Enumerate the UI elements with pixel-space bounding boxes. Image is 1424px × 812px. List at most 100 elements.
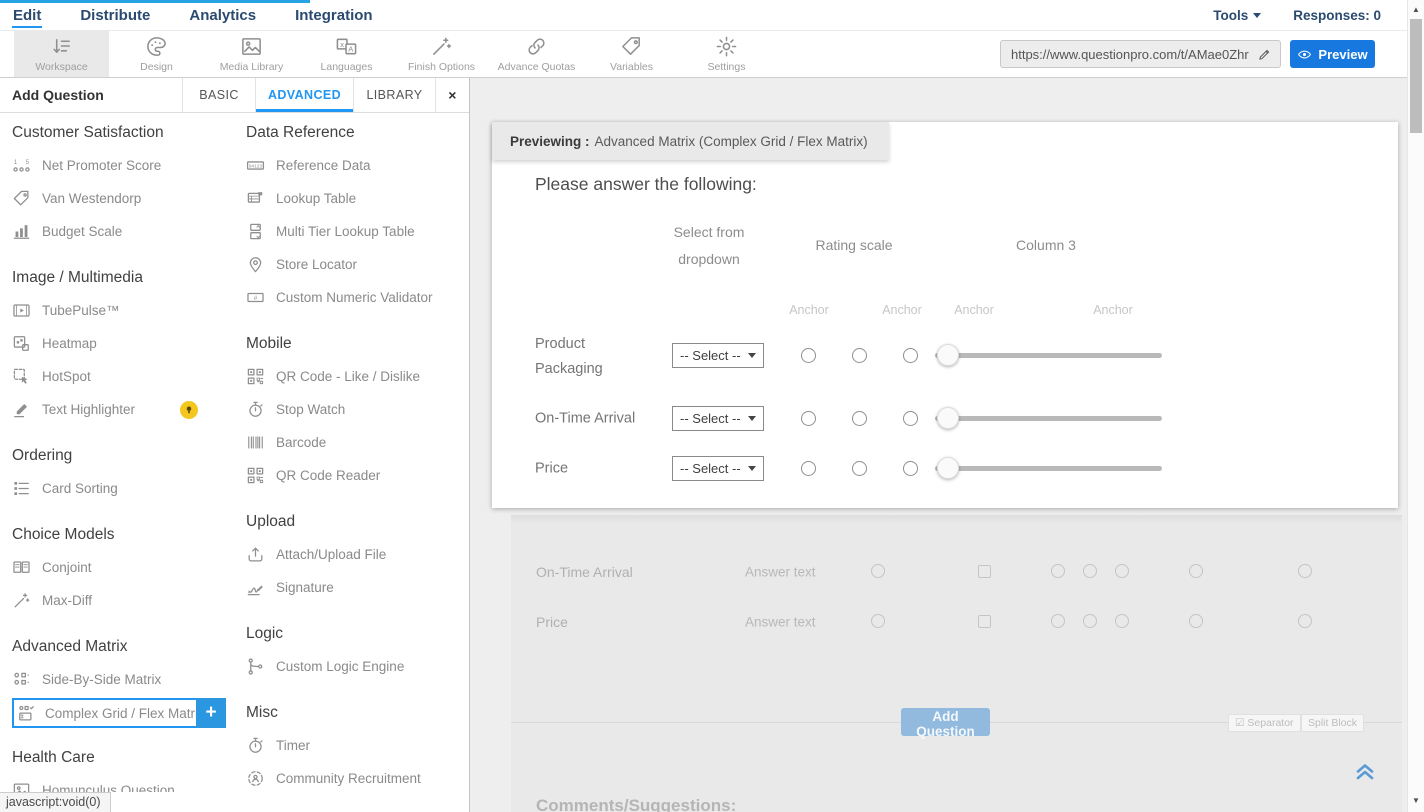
- panel-item-timer[interactable]: Timer: [246, 729, 469, 762]
- panel-item-qr-code-like-dislike[interactable]: QR Code - Like / Dislike: [246, 360, 469, 393]
- media-library-button[interactable]: Media Library: [204, 31, 299, 77]
- panel-item-lookup-table[interactable]: Lookup Table: [246, 182, 469, 215]
- panel-item-multi-tier-lookup-table[interactable]: Multi Tier Lookup Table: [246, 215, 469, 248]
- panel-item-tubepulse[interactable]: TubePulse™: [12, 294, 237, 327]
- panel-item-community-recruitment[interactable]: Community Recruitment: [246, 762, 469, 792]
- radio-button[interactable]: [801, 348, 816, 363]
- nav-item-edit[interactable]: Edit: [12, 3, 42, 28]
- panel-item-barcode[interactable]: Barcode: [246, 426, 469, 459]
- settings-button[interactable]: Settings: [679, 31, 774, 77]
- slider-handle[interactable]: [937, 457, 959, 479]
- design-button[interactable]: Design: [109, 31, 204, 77]
- slider-track[interactable]: [935, 416, 1162, 421]
- panel-section-misc: MiscTimerCommunity Recruitment: [246, 704, 469, 792]
- slider-handle[interactable]: [937, 344, 959, 366]
- close-panel-button[interactable]: ×: [435, 78, 469, 112]
- row-label: Price: [535, 457, 568, 482]
- radio-button[interactable]: [1083, 564, 1097, 578]
- checkbox[interactable]: [978, 565, 991, 578]
- toolbar-button-label: Finish Options: [408, 61, 475, 73]
- numvalid-icon: [246, 288, 265, 307]
- radio-button[interactable]: [1115, 614, 1129, 628]
- panel-item-side-by-side-matrix[interactable]: Side-By-Side Matrix: [12, 663, 237, 696]
- variables-button[interactable]: Variables: [584, 31, 679, 77]
- nav-item-analytics[interactable]: Analytics: [188, 3, 257, 28]
- radio-button[interactable]: [903, 348, 918, 363]
- panel-item-qr-code-reader[interactable]: QR Code Reader: [246, 459, 469, 492]
- panel-section-title: Mobile: [246, 335, 469, 353]
- panel-item-max-diff[interactable]: Max-Diff: [12, 584, 237, 617]
- nav-item-distribute[interactable]: Distribute: [79, 3, 151, 28]
- panel-item-signature[interactable]: Signature: [246, 571, 469, 604]
- panel-section-title: Choice Models: [12, 526, 237, 544]
- panel-item-conjoint[interactable]: Conjoint: [12, 551, 237, 584]
- survey-url-input[interactable]: [1001, 47, 1257, 62]
- radio-button[interactable]: [1189, 614, 1203, 628]
- radio-button[interactable]: [903, 411, 918, 426]
- scroll-up-arrow[interactable]: ▲: [1408, 3, 1424, 17]
- panel-item-store-locator[interactable]: Store Locator: [246, 248, 469, 281]
- panel-item-attach-upload-file[interactable]: Attach/Upload File: [246, 538, 469, 571]
- advance-quotas-button[interactable]: Advance Quotas: [489, 31, 584, 77]
- panel-item-heatmap[interactable]: Heatmap: [12, 327, 237, 360]
- slider-track[interactable]: [935, 466, 1162, 471]
- scroll-down-arrow[interactable]: ▼: [1408, 794, 1424, 808]
- radio-button[interactable]: [801, 461, 816, 476]
- panel-item-custom-numeric-validator[interactable]: Custom Numeric Validator: [246, 281, 469, 314]
- edit-url-icon[interactable]: [1257, 47, 1280, 62]
- scrollbar[interactable]: ▲ ▼: [1407, 0, 1424, 812]
- panel-item-label: Conjoint: [42, 560, 92, 575]
- panel-item-stop-watch[interactable]: Stop Watch: [246, 393, 469, 426]
- add-question-button[interactable]: Add Question: [901, 708, 990, 736]
- radio-button[interactable]: [871, 614, 885, 628]
- radio-button[interactable]: [801, 411, 816, 426]
- checkbox[interactable]: [978, 615, 991, 628]
- panel-item-hotspot[interactable]: HotSpot: [12, 360, 237, 393]
- scrollbar-thumb[interactable]: [1410, 19, 1422, 133]
- tools-menu[interactable]: Tools: [1213, 8, 1261, 23]
- radio-button[interactable]: [1051, 614, 1065, 628]
- finish-options-button[interactable]: Finish Options: [394, 31, 489, 77]
- preview-button[interactable]: Preview: [1290, 40, 1375, 68]
- nav-item-integration[interactable]: Integration: [294, 3, 374, 28]
- panel-item-van-westendorp[interactable]: Van Westendorp: [12, 182, 237, 215]
- workspace-button[interactable]: Workspace: [14, 31, 109, 77]
- panel-section-customer-satisfaction: Customer SatisfactionNet Promoter ScoreV…: [12, 124, 237, 248]
- panel-item-net-promoter-score[interactable]: Net Promoter Score: [12, 149, 237, 182]
- panel-item-complex-grid-flex-matrix[interactable]: Complex Grid / Flex Matrix+: [12, 698, 198, 728]
- split-block-button[interactable]: Split Block: [1301, 714, 1364, 732]
- tab-advanced[interactable]: ADVANCED: [255, 78, 353, 112]
- radio-button[interactable]: [1051, 564, 1065, 578]
- tab-basic[interactable]: BASIC: [182, 78, 255, 112]
- radio-button[interactable]: [1298, 564, 1312, 578]
- slider-track[interactable]: [935, 353, 1162, 358]
- radio-button[interactable]: [852, 461, 867, 476]
- radio-button[interactable]: [871, 564, 885, 578]
- panel-item-card-sorting[interactable]: Card Sorting: [12, 472, 237, 505]
- responses-counter[interactable]: Responses: 0: [1293, 8, 1381, 23]
- radio-button[interactable]: [903, 461, 918, 476]
- tab-library[interactable]: LIBRARY: [353, 78, 435, 112]
- panel-item-budget-scale[interactable]: Budget Scale: [12, 215, 237, 248]
- radio-button[interactable]: [1115, 564, 1129, 578]
- slider-handle[interactable]: [937, 407, 959, 429]
- panel-section-logic: LogicCustom Logic Engine: [246, 625, 469, 683]
- add-selected-question-button[interactable]: +: [196, 698, 226, 728]
- community-icon: [246, 769, 265, 788]
- panel-item-text-highlighter[interactable]: Text Highlighter: [12, 393, 237, 426]
- panel-item-homunculus-question[interactable]: Homunculus Question: [12, 774, 237, 792]
- panel-item-reference-data[interactable]: Reference Data: [246, 149, 469, 182]
- radio-button[interactable]: [1298, 614, 1312, 628]
- radio-button[interactable]: [852, 348, 867, 363]
- languages-button[interactable]: Languages: [299, 31, 394, 77]
- radio-button[interactable]: [1189, 564, 1203, 578]
- scroll-to-top-button[interactable]: [1352, 758, 1378, 782]
- select-dropdown[interactable]: -- Select --: [672, 406, 764, 431]
- separator-toggle[interactable]: ☑ Separator: [1228, 714, 1301, 732]
- radio-button[interactable]: [852, 411, 867, 426]
- select-dropdown[interactable]: -- Select --: [672, 456, 764, 481]
- select-dropdown[interactable]: -- Select --: [672, 343, 764, 368]
- lookup-icon: [246, 189, 265, 208]
- radio-button[interactable]: [1083, 614, 1097, 628]
- panel-item-custom-logic-engine[interactable]: Custom Logic Engine: [246, 650, 469, 683]
